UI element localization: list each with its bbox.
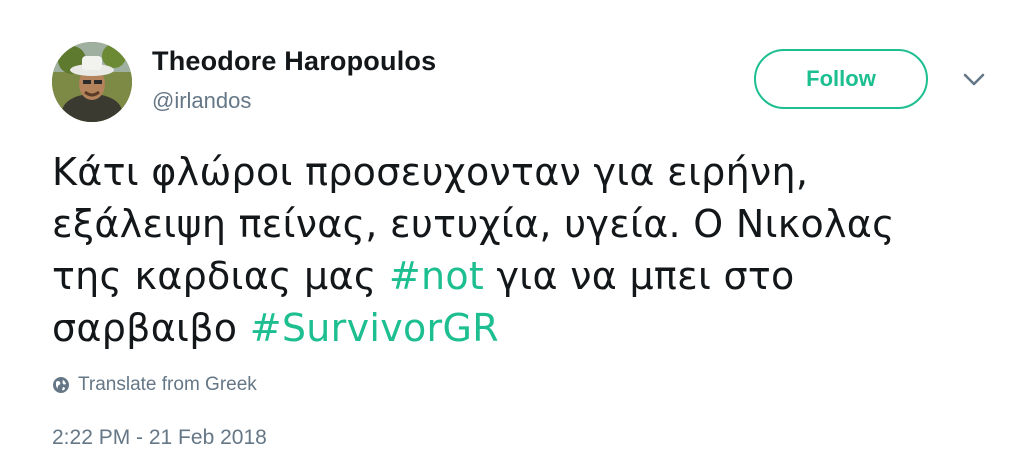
- tweet-line: της καρδιας μας #not για να μπει στο: [52, 250, 982, 302]
- follow-button[interactable]: Follow: [754, 49, 928, 109]
- tweet-text: Κάτι φλώροι προσευχονταν για ειρήνη, εξά…: [52, 146, 982, 354]
- author-display-name[interactable]: Theodore Haropoulos: [152, 46, 436, 77]
- globe-icon: [53, 377, 69, 393]
- tweet-line: Κάτι φλώροι προσευχονταν για ειρήνη,: [52, 150, 809, 194]
- tweet-text-segment: σαρβαιβο: [52, 306, 250, 350]
- tweet-text-segment: της καρδιας μας: [52, 254, 389, 298]
- chevron-down-icon[interactable]: [958, 66, 990, 94]
- tweet-line: σαρβαιβο #SurvivorGR: [52, 302, 982, 354]
- tweet-line: εξάλειψη πείνας, ευτυχία, υγεία. Ο Νικολ…: [52, 202, 895, 246]
- tweet-text-segment: για να μπει στο: [484, 254, 795, 298]
- tweet-card: Theodore Haropoulos @irlandos Follow Κάτ…: [0, 0, 1024, 466]
- translate-link[interactable]: Translate from Greek: [52, 374, 257, 396]
- hashtag-link[interactable]: #SurvivorGR: [250, 306, 499, 350]
- author-handle[interactable]: @irlandos: [152, 88, 251, 114]
- translate-label: Translate from Greek: [78, 374, 257, 395]
- tweet-timestamp[interactable]: 2:22 PM - 21 Feb 2018: [52, 426, 267, 450]
- avatar[interactable]: [52, 42, 132, 122]
- hashtag-link[interactable]: #not: [389, 254, 484, 298]
